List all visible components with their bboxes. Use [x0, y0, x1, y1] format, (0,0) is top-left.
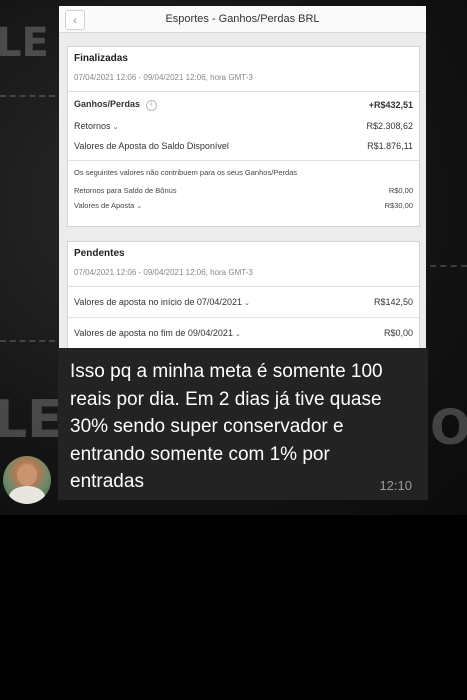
chevron-down-icon: ⌄ — [243, 300, 250, 307]
settled-card-body: Ganhos/Perdas i +R$432,51 Retornos ⌄ R$2.… — [68, 91, 419, 213]
pending-start-label: Valores de aposta no início de 07/04/202… — [74, 297, 242, 307]
pending-card: Pendentes 07/04/2021 12:06 - 09/04/2021 … — [67, 241, 420, 348]
avatar-shirt — [9, 486, 45, 504]
wallpaper-chalk-letters: LE — [0, 20, 49, 66]
message-text: Isso pq a minha meta é somente 100 reais… — [70, 361, 383, 492]
stakes-value: R$1.876,11 — [367, 141, 413, 151]
screenshot-header: ‹ Esportes - Ganhos/Perdas BRL — [59, 6, 426, 33]
returns-label: Retornos — [74, 121, 111, 131]
wallpaper-chalk-letters: LE — [0, 390, 63, 450]
wallpaper-chalk-line — [0, 95, 55, 97]
bet-values-row[interactable]: Valores de Aposta ⌄ R$30,00 — [68, 198, 419, 213]
pending-dates: 07/04/2021 12:06 - 09/04/2021 12:06, hor… — [74, 268, 253, 277]
wallpaper-chalk-line — [430, 265, 467, 267]
chevron-down-icon: ⌄ — [234, 331, 241, 338]
settled-card-head: Finalizadas 07/04/2021 12:06 - 09/04/202… — [68, 47, 419, 84]
pending-card-body: Valores de aposta no início de 07/04/202… — [68, 286, 419, 348]
profit-row: Ganhos/Perdas i +R$432,51 — [68, 94, 419, 116]
pending-title: Pendentes — [74, 248, 125, 259]
user-avatar[interactable] — [3, 456, 51, 504]
pending-end-value: R$0,00 — [383, 328, 413, 338]
stakes-row: Valores de Aposta do Saldo Disponível R$… — [68, 136, 419, 161]
stakes-label: Valores de Aposta do Saldo Disponível — [74, 141, 229, 151]
wallpaper-chalk-line — [0, 340, 55, 342]
chevron-left-icon[interactable]: ‹ — [65, 10, 85, 30]
non-contributing-note: Os seguintes valores não contribuem para… — [74, 167, 298, 177]
pending-end-label: Valores de aposta no fim de 09/04/2021 — [74, 328, 233, 338]
info-icon[interactable]: i — [145, 99, 157, 111]
bonus-value: R$0,00 — [388, 186, 413, 195]
chevron-down-icon: ⌄ — [112, 124, 119, 131]
profit-label: Ganhos/Perdas — [74, 99, 141, 110]
bet-history-screenshot[interactable]: ‹ Esportes - Ganhos/Perdas BRL Finalizad… — [59, 6, 426, 348]
pending-start-value: R$142,50 — [373, 297, 413, 307]
pending-card-head: Pendentes 07/04/2021 12:06 - 09/04/2021 … — [68, 242, 419, 279]
bonus-label: Retornos para Saldo de Bônus — [74, 186, 177, 195]
bet-values-label: Valores de Aposta — [74, 201, 135, 210]
avatar-face — [17, 464, 37, 486]
chevron-down-icon: ⌄ — [136, 203, 143, 210]
screenshot-title: Esportes - Ganhos/Perdas BRL — [165, 13, 320, 25]
wallpaper-chalk-letters: O — [430, 400, 467, 456]
settled-title: Finalizadas — [74, 53, 128, 64]
message-timestamp: 12:10 — [379, 478, 412, 493]
note-row: Os seguintes valores não contribuem para… — [68, 161, 419, 183]
bet-values-value: R$30,00 — [384, 201, 413, 210]
pending-end-row[interactable]: Valores de aposta no fim de 09/04/2021 ⌄ … — [68, 318, 419, 348]
profit-value: +R$432,51 — [368, 100, 413, 110]
settled-dates: 07/04/2021 12:06 - 09/04/2021 12:06, hor… — [74, 73, 253, 82]
pending-start-row[interactable]: Valores de aposta no início de 07/04/202… — [68, 287, 419, 318]
returns-row[interactable]: Retornos ⌄ R$2.308,62 — [68, 116, 419, 136]
message-bubble[interactable]: Isso pq a minha meta é somente 100 reais… — [58, 348, 428, 500]
returns-value: R$2.308,62 — [366, 121, 413, 131]
bonus-row: Retornos para Saldo de Bônus R$0,00 — [68, 183, 419, 198]
settled-card: Finalizadas 07/04/2021 12:06 - 09/04/202… — [67, 46, 420, 227]
